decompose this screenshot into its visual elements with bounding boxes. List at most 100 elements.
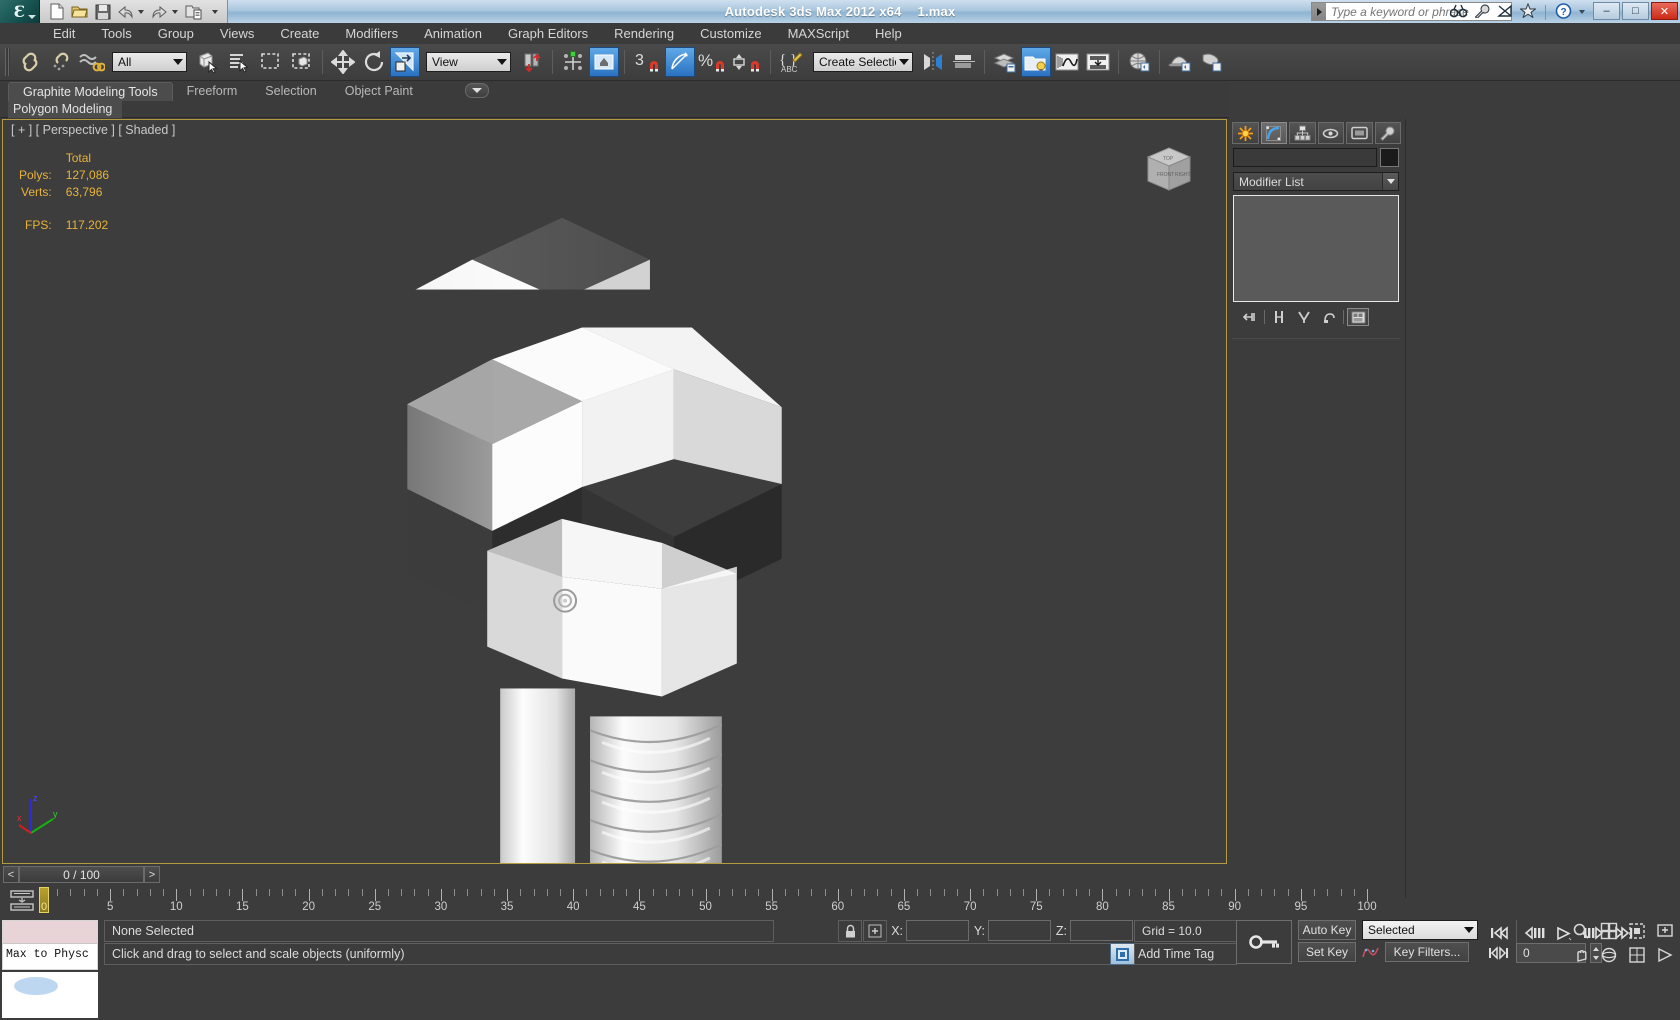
maximize-viewport-icon[interactable] [1624,944,1650,966]
menu-item-tools[interactable]: Tools [88,24,144,43]
minimize-button[interactable]: – [1593,2,1620,20]
chevron-down-icon[interactable] [1461,921,1477,939]
chevron-down-icon[interactable] [494,53,510,71]
track-bar[interactable]: 5 10 15 20 25 30 35 40 45 50 55 60 65 70 75 80 85 90 95 100… [0,885,1403,917]
question-icon[interactable]: ? [1555,2,1572,22]
create-tab[interactable] [1232,122,1259,144]
show-end-result-icon[interactable] [1268,308,1290,326]
close-button[interactable]: ✕ [1651,2,1678,20]
orbit-icon[interactable] [1596,944,1622,966]
align-icon[interactable] [589,47,619,77]
view-cube[interactable]: FRONT RIGHT TOP [1144,146,1194,200]
open-icon[interactable] [69,2,90,21]
perspective-viewport[interactable]: [ + ] [ Perspective ] [ Shaded ] Total P… [2,119,1227,864]
set-project-folder-icon[interactable] [183,2,204,21]
chevron-down-icon[interactable] [1382,173,1398,190]
remove-modifier-icon[interactable] [1318,308,1340,326]
render-setup-icon[interactable] [1165,47,1195,77]
maximize-button[interactable]: □ [1622,2,1649,20]
open-mini-curve-editor-icon[interactable] [8,889,36,913]
hierarchy-tab[interactable] [1289,122,1316,144]
utilities-tab[interactable] [1374,122,1401,144]
use-pivot-point-center-icon[interactable] [517,47,547,77]
selection-lock-toggle[interactable] [838,920,862,942]
named-selection-sets-icon[interactable]: { } ABC [776,47,806,77]
auto-key-button[interactable]: Auto Key [1298,920,1356,940]
absolute-relative-toggle[interactable] [863,920,887,942]
select-object-icon[interactable] [194,47,224,77]
zoom-region-icon[interactable] [1652,920,1678,942]
time-playhead[interactable]: 0 [39,887,49,913]
zoom-all-icon[interactable] [1596,920,1622,942]
manage-layers-icon[interactable] [990,47,1020,77]
tab-selection[interactable]: Selection [251,82,330,101]
maxscript-lower-pane[interactable] [2,972,98,1018]
select-and-rotate-icon[interactable] [359,47,389,77]
menu-item-customize[interactable]: Customize [687,24,774,43]
satellite-dish-icon[interactable] [1497,4,1513,21]
select-and-link-icon[interactable] [15,47,45,77]
make-unique-icon[interactable] [1293,308,1315,326]
object-name-field[interactable] [1233,148,1377,167]
previous-frame-icon[interactable] [1521,923,1547,943]
bind-to-space-warp-icon[interactable] [77,47,107,77]
menu-item-help[interactable]: Help [862,24,915,43]
field-of-view-icon[interactable] [1652,944,1678,966]
use-selection-center-icon[interactable] [558,47,588,77]
pin-stack-icon[interactable] [1239,308,1261,326]
key-mode-toggle-icon[interactable] [1486,943,1512,963]
modifier-list-dropdown[interactable]: Modifier List [1233,172,1399,191]
select-by-name-icon[interactable] [225,47,255,77]
select-and-scale-icon[interactable] [390,47,420,77]
x-field[interactable] [906,920,969,941]
display-tab[interactable] [1346,122,1373,144]
pan-icon[interactable] [1568,944,1594,966]
frame-ruler[interactable]: 5 10 15 20 25 30 35 40 45 50 55 60 65 70 75 80 85 90 95 100… [39,885,1377,917]
z-field[interactable] [1070,920,1133,941]
reference-coordinate-system-combo[interactable]: View [426,52,511,72]
toolbar-grip[interactable] [5,48,10,76]
spinner-snap-toggle-icon[interactable] [731,47,765,77]
ribbon-panel-polygon-modeling[interactable]: Polygon Modeling [8,101,123,118]
unlink-selection-icon[interactable] [46,47,76,77]
go-to-start-icon[interactable] [1486,923,1512,943]
chevron-down-icon[interactable] [170,53,186,71]
graphite-modeling-toggle-icon[interactable] [1021,47,1051,77]
viewport-label[interactable]: [ + ] [ Perspective ] [ Shaded ] [11,123,175,137]
ribbon-minimize-icon[interactable] [465,83,489,98]
search-expand-icon[interactable] [1312,3,1326,20]
maxscript-pink-pane[interactable] [3,921,97,944]
tab-graphite-modeling-tools[interactable]: Graphite Modeling Tools [8,82,173,101]
window-crossing-icon[interactable] [287,47,317,77]
mirror-icon[interactable] [918,47,948,77]
previous-frame-arrow[interactable]: < [3,866,19,883]
tab-freeform[interactable]: Freeform [173,82,252,101]
modify-tab[interactable] [1260,122,1287,144]
menu-item-modifiers[interactable]: Modifiers [332,24,411,43]
maxscript-mini-listener[interactable]: Max to Physc [2,920,98,970]
align-objects-icon[interactable] [949,47,979,77]
redo-dropdown-icon[interactable] [172,9,178,14]
star-icon[interactable] [1518,2,1538,21]
material-editor-icon[interactable] [1124,47,1154,77]
menu-item-graph-editors[interactable]: Graph Editors [495,24,601,43]
modifier-stack[interactable] [1233,195,1399,302]
schematic-view-icon[interactable] [1083,47,1113,77]
time-tag-icon[interactable] [1110,943,1135,965]
key-mode-combo[interactable]: Selected [1362,920,1478,940]
tab-object-paint[interactable]: Object Paint [331,82,427,101]
application-menu-button[interactable]: Ɛ [0,0,40,23]
named-selection-set-combo[interactable]: Create Selection Se [813,52,913,72]
menu-item-maxscript[interactable]: MAXScript [775,24,862,43]
configure-modifier-sets-icon[interactable] [1347,308,1369,326]
select-and-move-icon[interactable] [328,47,358,77]
angle-snap-toggle-icon[interactable] [665,47,695,77]
help-dropdown-icon[interactable] [1579,10,1585,14]
new-icon[interactable] [46,2,67,21]
snaps-toggle-icon[interactable]: 3 [630,47,664,77]
qat-overflow-icon[interactable] [212,9,218,14]
menu-item-edit[interactable]: Edit [40,24,88,43]
key-filters-button[interactable]: Key Filters... [1385,942,1469,962]
object-color-swatch[interactable] [1380,148,1399,167]
render-production-icon[interactable] [1196,47,1226,77]
